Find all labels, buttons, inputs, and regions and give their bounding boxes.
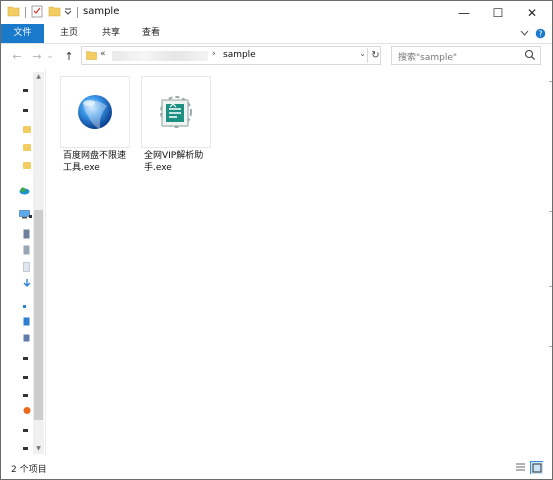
quick-access-dropdown-icon[interactable]	[64, 8, 72, 16]
nav-item[interactable]	[23, 376, 28, 379]
downloads-icon[interactable]	[23, 279, 31, 288]
videos-icon[interactable]	[23, 334, 30, 342]
file-item[interactable]: 全网VIP解析助手.exe	[141, 76, 213, 174]
folder-icon	[86, 51, 97, 60]
properties-icon[interactable]	[31, 5, 44, 18]
title-separator	[25, 7, 26, 18]
file-thumbnail[interactable]	[141, 76, 211, 148]
folder-icon	[7, 6, 20, 17]
background-edge	[549, 286, 552, 287]
ribbon-tabs: 文件 主页 共享 查看 ?	[1, 24, 552, 44]
minimize-icon: —	[458, 5, 470, 20]
close-button[interactable]: ✕	[515, 1, 549, 24]
scroll-down-icon[interactable]: ▼	[33, 444, 44, 454]
file-name[interactable]: 百度网盘不限速工具.exe	[60, 150, 133, 174]
folder-icon[interactable]	[23, 144, 31, 151]
music-icon[interactable]	[23, 317, 30, 326]
arrow-right-icon: →	[32, 49, 42, 63]
arrow-left-icon: ←	[12, 49, 22, 63]
details-view-icon[interactable]	[514, 461, 527, 474]
forward-button[interactable]: →	[29, 48, 45, 64]
folder-icon[interactable]	[23, 126, 31, 133]
pictures-icon[interactable]	[23, 262, 30, 272]
window-title: sample	[83, 6, 120, 17]
background-edge	[549, 211, 552, 212]
new-folder-icon[interactable]	[48, 5, 61, 17]
back-button[interactable]: ←	[9, 48, 25, 64]
address-overflow[interactable]: «	[100, 49, 106, 59]
navigation-pane-scrollbar[interactable]: ▲ ▼	[33, 72, 44, 454]
green-gear-app-icon	[160, 96, 192, 128]
folder-icon[interactable]	[23, 162, 31, 169]
background-edge	[549, 81, 552, 82]
tab-file[interactable]: 文件	[1, 24, 44, 43]
nav-item[interactable]	[23, 394, 28, 397]
large-icons-view-icon[interactable]	[530, 461, 543, 474]
minimize-button[interactable]: —	[447, 1, 481, 24]
refresh-button[interactable]: ↻	[367, 48, 383, 63]
search-input[interactable]: 搜索"sample"	[398, 50, 457, 63]
maximize-icon: ☐	[492, 5, 504, 20]
tab-view[interactable]: 查看	[131, 24, 171, 43]
chevron-down-icon: ⌄	[46, 51, 54, 61]
nav-item[interactable]	[23, 305, 26, 308]
scroll-up-icon[interactable]: ▲	[33, 72, 44, 82]
title-separator	[77, 7, 78, 18]
search-box[interactable]: 搜索"sample"	[391, 46, 541, 65]
title-bar: sample — ☐ ✕	[1, 1, 552, 24]
maximize-button[interactable]: ☐	[481, 1, 515, 24]
nav-item[interactable]	[23, 447, 28, 450]
address-path-blurred	[112, 51, 208, 61]
file-thumbnail[interactable]	[60, 76, 130, 148]
status-bar: 2 个项目	[1, 457, 552, 479]
file-list: 百度网盘不限速工具.exe 全网VIP解析助手.exe	[46, 69, 552, 456]
scrollbar-thumb[interactable]	[34, 210, 43, 420]
search-icon[interactable]	[524, 49, 536, 61]
recent-locations-button[interactable]: ⌄	[45, 48, 55, 64]
blue-orb-app-icon	[78, 95, 112, 130]
drive-icon[interactable]	[23, 406, 31, 415]
explorer-window: sample — ☐ ✕ 文件 主页 共享 查看 ? ← → ⌄ ↑ « › s…	[0, 0, 553, 480]
nav-item[interactable]	[23, 357, 28, 360]
svg-text:?: ?	[538, 30, 542, 39]
file-name[interactable]: 全网VIP解析助手.exe	[141, 150, 214, 174]
tab-share[interactable]: 共享	[91, 24, 131, 43]
up-button[interactable]: ↑	[61, 48, 77, 64]
nav-item[interactable]	[23, 429, 28, 432]
background-edge	[549, 346, 552, 347]
address-bar[interactable]: « › sample ⌄	[81, 46, 381, 65]
file-item[interactable]: 百度网盘不限速工具.exe	[60, 76, 132, 174]
chevron-right-icon[interactable]: ›	[212, 49, 216, 59]
onedrive-icon[interactable]	[19, 186, 30, 195]
address-current-folder[interactable]: sample	[223, 50, 256, 60]
nav-item[interactable]	[29, 215, 32, 218]
nav-item[interactable]	[23, 109, 28, 112]
address-dropdown-icon[interactable]: ⌄	[359, 49, 366, 58]
navigation-bar: ← → ⌄ ↑ « › sample ⌄ ↻ 搜索"sample"	[1, 44, 552, 69]
item-count: 2 个项目	[11, 465, 47, 475]
tab-home[interactable]: 主页	[49, 24, 89, 43]
close-icon: ✕	[526, 5, 538, 20]
documents-icon[interactable]	[23, 229, 30, 239]
refresh-icon: ↻	[371, 50, 380, 61]
arrow-up-icon: ↑	[64, 49, 74, 63]
nav-item[interactable]	[23, 89, 28, 92]
desktop-icon[interactable]	[23, 245, 30, 255]
